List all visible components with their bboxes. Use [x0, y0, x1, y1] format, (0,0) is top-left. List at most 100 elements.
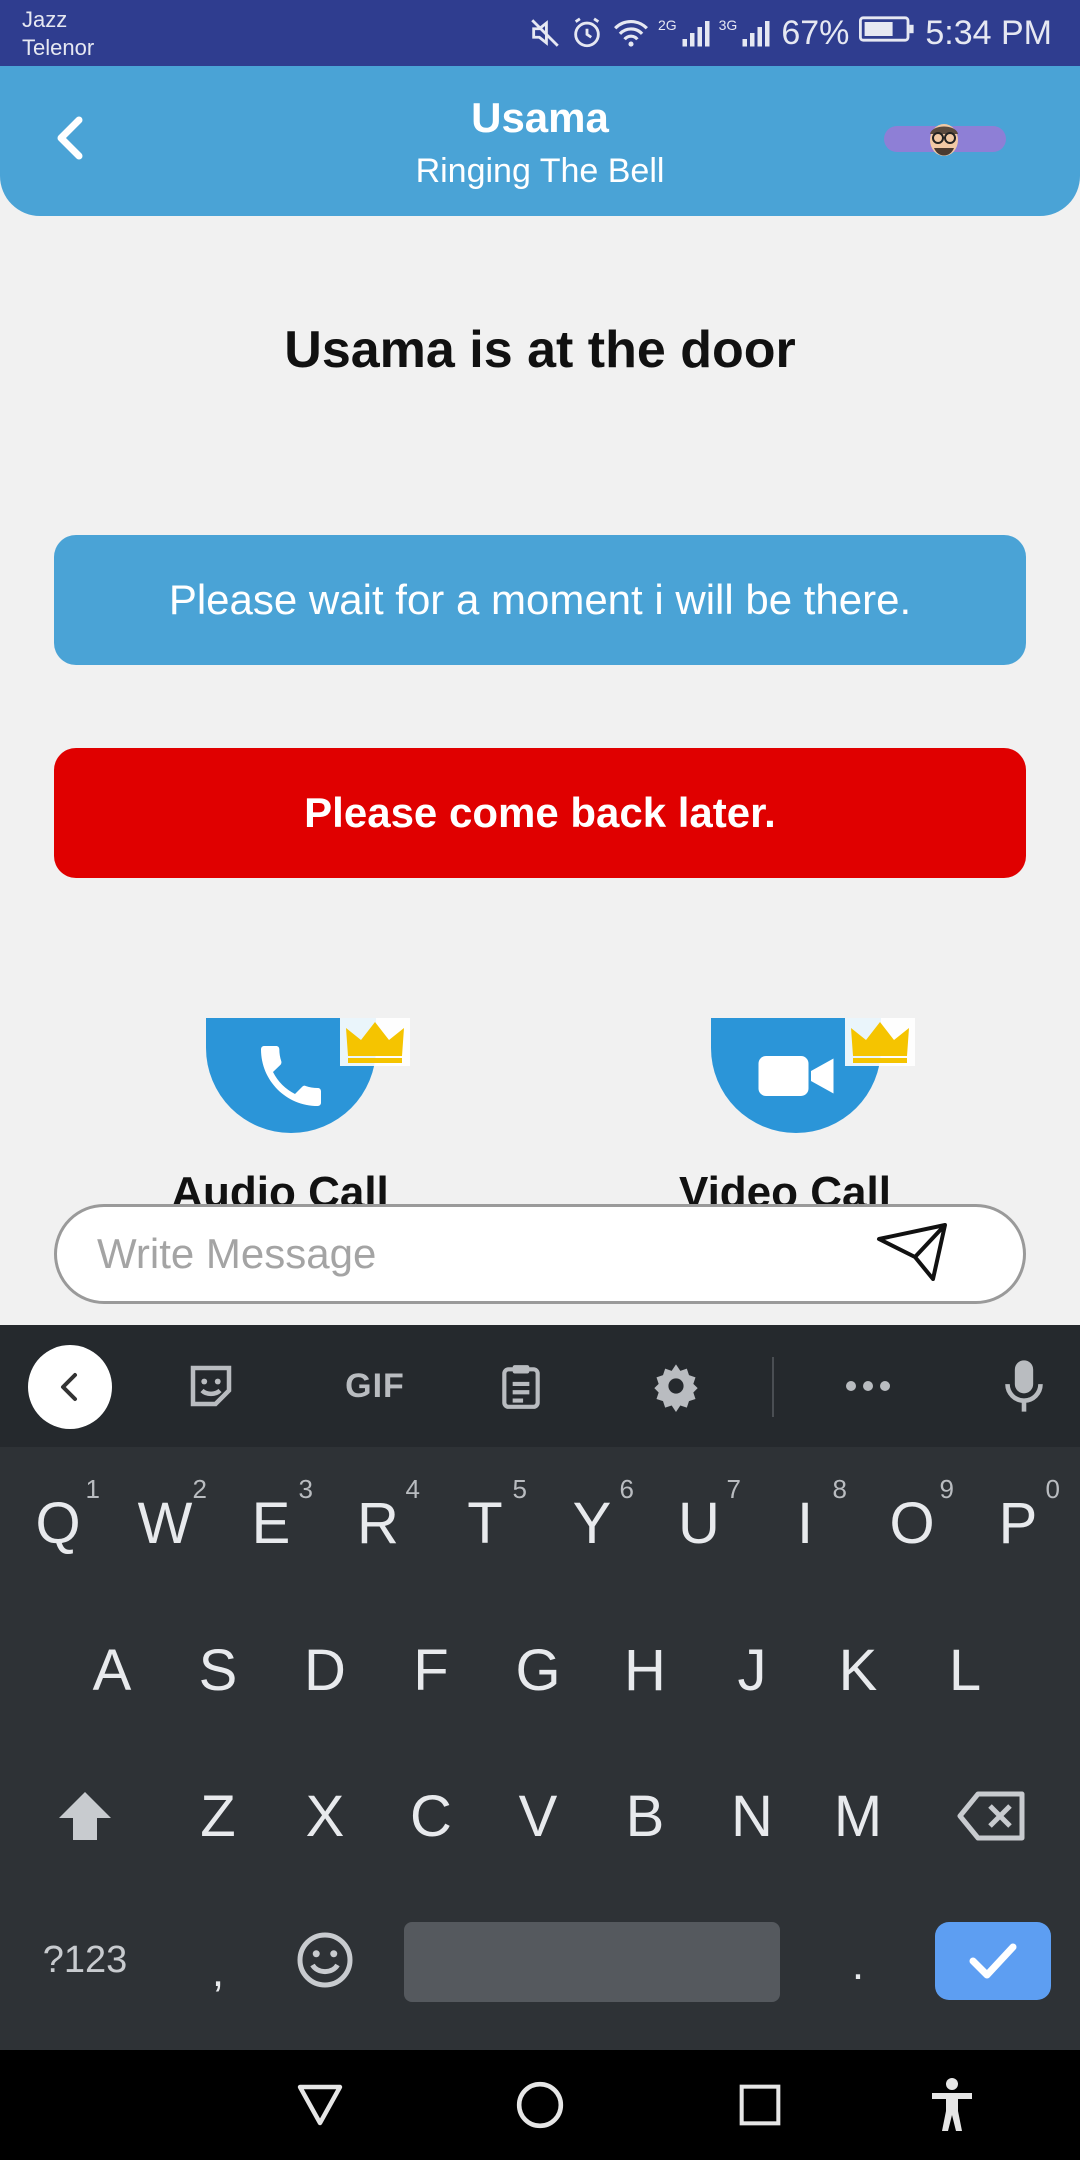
key-k[interactable]: K — [808, 1615, 908, 1725]
keyboard-collapse-button[interactable] — [28, 1345, 112, 1429]
key-g[interactable]: G — [488, 1615, 588, 1725]
key-t[interactable]: T5 — [435, 1468, 535, 1578]
door-title: Usama is at the door — [284, 321, 796, 379]
key-label: E — [251, 1490, 291, 1556]
app-header: Usama Ringing The Bell — [0, 66, 1080, 216]
key-y[interactable]: Y6 — [542, 1468, 642, 1578]
audio-call-option[interactable]: Audio Call — [140, 1018, 420, 1217]
toolbar-divider — [772, 1357, 774, 1417]
key-hint: 7 — [726, 1474, 741, 1504]
space-key[interactable] — [404, 1922, 780, 2002]
key-h[interactable]: H — [595, 1615, 695, 1725]
avatar-badge[interactable] — [884, 124, 1006, 156]
nav-recents-button[interactable] — [730, 2075, 790, 2135]
key-o[interactable]: O9 — [862, 1468, 962, 1578]
nav-home-button[interactable] — [510, 2075, 570, 2135]
key-label: T — [467, 1490, 503, 1556]
symbols-key[interactable]: ?123 — [30, 1905, 140, 2015]
alarm-icon — [570, 16, 604, 50]
key-label: P — [998, 1490, 1038, 1556]
key-label: I — [796, 1490, 814, 1556]
key-hint: 2 — [192, 1474, 207, 1504]
chevron-left-icon — [61, 1373, 77, 1401]
send-button[interactable] — [857, 1219, 957, 1289]
shift-key[interactable] — [35, 1761, 135, 1871]
key-u[interactable]: U7 — [649, 1468, 749, 1578]
enter-key[interactable] — [935, 1922, 1051, 2000]
key-label: O — [889, 1490, 935, 1556]
premium-crown-icon — [340, 1018, 410, 1066]
gif-label: GIF — [345, 1366, 405, 1405]
nav-back-button[interactable] — [290, 2075, 350, 2135]
status-bar: Jazz Telenor 2G 3G 67% 5:34 PM — [0, 0, 1080, 66]
key-q[interactable]: Q1 — [8, 1468, 108, 1578]
key-label: W — [137, 1490, 193, 1556]
key-label: R — [357, 1490, 399, 1556]
key-p[interactable]: P0 — [968, 1468, 1068, 1578]
key-label: Q — [35, 1490, 81, 1556]
premium-crown-icon — [845, 1018, 915, 1066]
key-e[interactable]: E3 — [221, 1468, 321, 1578]
comma-key[interactable]: , — [168, 1917, 268, 2027]
key-hint: 1 — [85, 1474, 100, 1504]
emoji-icon — [297, 1932, 353, 1988]
key-n[interactable]: N — [702, 1761, 802, 1871]
keyboard-toolbar: GIF — [0, 1325, 1080, 1447]
key-label: Y — [572, 1490, 612, 1556]
key-s[interactable]: S — [168, 1615, 268, 1725]
navigation-bar — [0, 2050, 1080, 2160]
backspace-icon — [957, 1791, 1025, 1841]
carrier-2: Telenor — [22, 35, 95, 60]
mute-icon — [528, 16, 562, 50]
signal-icon-1 — [681, 16, 711, 50]
wait-reply-button[interactable]: Please wait for a moment i will be there… — [54, 535, 1026, 665]
backspace-key[interactable] — [942, 1761, 1042, 1871]
key-j[interactable]: J — [702, 1615, 802, 1725]
voice-input-button[interactable] — [989, 1351, 1059, 1421]
microphone-icon — [1005, 1360, 1043, 1412]
message-input[interactable] — [97, 1207, 857, 1301]
phone-icon — [261, 1045, 321, 1106]
key-f[interactable]: F — [381, 1615, 481, 1725]
video-call-option[interactable]: Video Call — [645, 1018, 925, 1217]
checkmark-icon — [969, 1943, 1017, 1979]
key-r[interactable]: R4 — [328, 1468, 428, 1578]
battery-percent: 67% — [781, 13, 850, 52]
status-right: 2G 3G 67% 5:34 PM — [528, 0, 1052, 66]
key-hint: 5 — [512, 1474, 527, 1504]
key-hint: 4 — [405, 1474, 420, 1504]
accessibility-button[interactable] — [922, 2075, 982, 2135]
key-hint: 0 — [1045, 1474, 1060, 1504]
key-hint: 3 — [298, 1474, 313, 1504]
sticker-icon — [190, 1365, 232, 1407]
sticker-button[interactable] — [176, 1351, 246, 1421]
status-icons: 2G 3G — [528, 16, 771, 50]
gif-button[interactable]: GIF — [330, 1351, 420, 1421]
period-key[interactable]: . — [808, 1910, 908, 2020]
key-x[interactable]: X — [275, 1761, 375, 1871]
gear-icon — [654, 1364, 698, 1412]
message-composer — [54, 1204, 1026, 1304]
video-camera-icon — [758, 1055, 834, 1096]
clock: 5:34 PM — [925, 13, 1052, 52]
key-c[interactable]: C — [381, 1761, 481, 1871]
more-options-button[interactable] — [833, 1351, 903, 1421]
clipboard-button[interactable] — [486, 1351, 556, 1421]
emoji-key[interactable] — [275, 1905, 375, 2015]
key-l[interactable]: L — [915, 1615, 1015, 1725]
key-m[interactable]: M — [808, 1761, 908, 1871]
avatar — [930, 124, 958, 156]
battery-icon — [859, 14, 915, 53]
key-w[interactable]: W2 — [115, 1468, 215, 1578]
key-i[interactable]: I8 — [755, 1468, 855, 1578]
key-v[interactable]: V — [488, 1761, 588, 1871]
key-z[interactable]: Z — [168, 1761, 268, 1871]
key-hint: 9 — [939, 1474, 954, 1504]
come-back-later-button[interactable]: Please come back later. — [54, 748, 1026, 878]
shift-icon — [59, 1792, 111, 1840]
key-b[interactable]: B — [595, 1761, 695, 1871]
keyboard-settings-button[interactable] — [641, 1351, 711, 1421]
key-d[interactable]: D — [275, 1615, 375, 1725]
key-a[interactable]: A — [62, 1615, 162, 1725]
carrier-1: Jazz — [22, 7, 68, 32]
